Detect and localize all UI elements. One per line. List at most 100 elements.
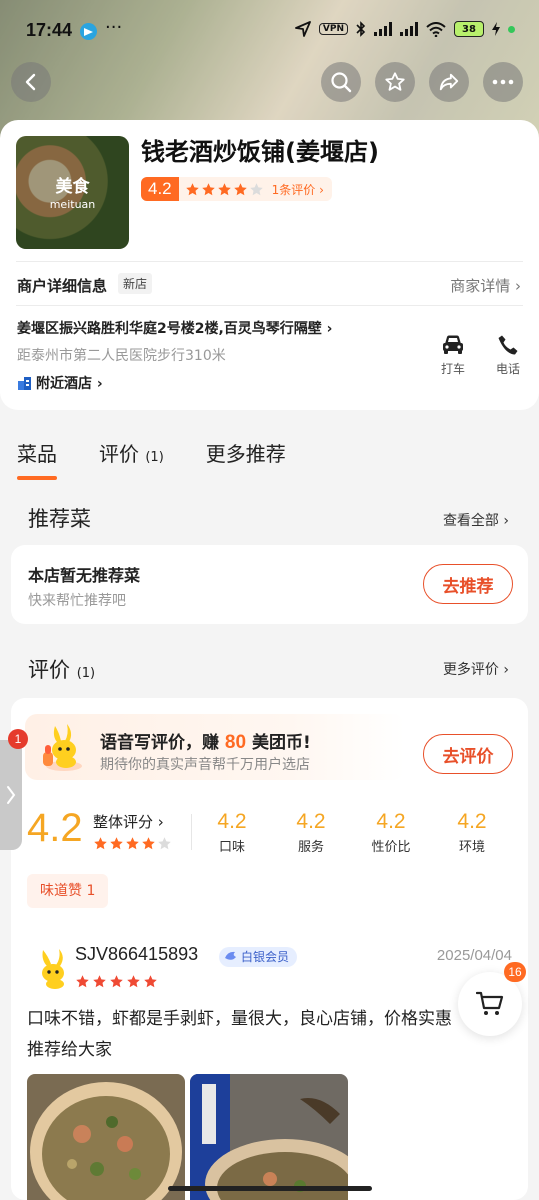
store-rating-row[interactable]: 4.2 1条评价 › bbox=[141, 177, 332, 201]
merchant-detail-label: 商户详细信息 bbox=[17, 277, 108, 295]
store-distance: 距泰州市第二人民医院步行310米 bbox=[17, 348, 226, 364]
review-photo-1[interactable] bbox=[27, 1074, 185, 1200]
taste-score: 4.2 口味 bbox=[202, 810, 262, 855]
member-bird-icon bbox=[225, 951, 236, 960]
reviewer-name[interactable]: SJV866415893 bbox=[75, 944, 198, 965]
store-rating-stars bbox=[185, 182, 264, 197]
view-all-dishes-link[interactable]: 查看全部 › bbox=[443, 510, 509, 530]
phone-icon bbox=[498, 335, 518, 355]
taxi-button[interactable]: 打车 bbox=[433, 334, 473, 377]
value-score: 4.2 性价比 bbox=[361, 810, 421, 855]
review-text[interactable]: 口味不错，虾都是手剥虾，量很大，良心店铺，价格实惠推荐给大家 bbox=[27, 1004, 467, 1066]
divider bbox=[16, 261, 523, 262]
location-arrow-icon bbox=[295, 21, 311, 37]
review-photo-2[interactable] bbox=[190, 1074, 348, 1200]
voice-review-promo[interactable]: 语音写评价，赚 80 美团币! 期待你的真实声音帮千万用户选店 bbox=[25, 714, 405, 780]
food-photo-image bbox=[190, 1074, 348, 1200]
status-more-dots: ··· bbox=[105, 17, 123, 38]
review-stars bbox=[75, 974, 158, 989]
side-drawer-badge: 1 bbox=[8, 729, 28, 749]
reviews-section-title: 评价 (1) bbox=[28, 654, 95, 684]
bluetooth-icon bbox=[356, 21, 366, 37]
score-label: 服务 bbox=[297, 840, 324, 855]
recommended-dishes-card: 本店暂无推荐菜 快来帮忙推荐吧 去推荐 bbox=[11, 545, 528, 624]
chevron-right-icon bbox=[7, 786, 16, 804]
favorite-button[interactable] bbox=[375, 62, 415, 102]
side-drawer-handle[interactable] bbox=[0, 740, 22, 850]
reviews-title: 评价 bbox=[28, 658, 70, 682]
status-bar: 17:44 ··· VPN 38 bbox=[0, 0, 539, 62]
star-filled-icon bbox=[110, 975, 123, 988]
recommend-dish-button[interactable]: 去推荐 bbox=[423, 564, 513, 604]
phone-label: 电话 bbox=[495, 362, 520, 376]
more-options-button[interactable] bbox=[483, 62, 523, 102]
star-filled-icon bbox=[142, 837, 155, 850]
promo-title-prefix: 语音写评价，赚 bbox=[100, 733, 225, 753]
signal-icon-2 bbox=[400, 22, 418, 36]
divider bbox=[16, 305, 523, 306]
tab-dishes[interactable]: 菜品 bbox=[17, 438, 57, 480]
service-score: 4.2 服务 bbox=[281, 810, 341, 855]
star-filled-icon bbox=[126, 837, 139, 850]
cart-count-badge: 16 bbox=[504, 962, 526, 982]
star-filled-icon bbox=[110, 837, 123, 850]
review-date: 2025/04/04 bbox=[436, 947, 512, 964]
tab-more-recommendations[interactable]: 更多推荐 bbox=[206, 438, 286, 467]
content-tabs: 菜品 评价 (1) 更多推荐 bbox=[17, 438, 286, 480]
back-arrow-icon bbox=[25, 73, 36, 91]
shopping-cart-button[interactable]: 16 bbox=[458, 962, 526, 1036]
car-icon bbox=[443, 335, 463, 354]
member-badge-label: 白银会员 bbox=[241, 950, 290, 964]
nearby-hotels-link[interactable]: 附近酒店 › bbox=[17, 373, 103, 393]
review-tag-tasty[interactable]: 味道赞 1 bbox=[27, 874, 109, 908]
battery-icon: 38 bbox=[454, 21, 484, 37]
no-dishes-subtitle: 快来帮忙推荐吧 bbox=[28, 593, 126, 609]
score-label: 环境 bbox=[458, 840, 485, 855]
back-button[interactable] bbox=[11, 62, 51, 102]
nearby-hotels-label: 附近酒店 › bbox=[36, 376, 103, 392]
promo-subtitle: 期待你的真实声音帮千万用户选店 bbox=[100, 757, 310, 773]
score-value: 4.2 bbox=[217, 810, 247, 833]
score-label: 性价比 bbox=[371, 840, 411, 855]
store-image[interactable]: 美食 meituan bbox=[16, 136, 129, 249]
score-divider bbox=[191, 814, 192, 850]
review-count-link[interactable]: 1条评价 › bbox=[272, 181, 324, 198]
promo-coin-amount: 80 bbox=[224, 732, 247, 753]
score-value: 4.2 bbox=[457, 810, 487, 833]
share-icon bbox=[439, 73, 459, 91]
privacy-dot-icon bbox=[508, 25, 515, 33]
charging-bolt-icon bbox=[492, 22, 500, 36]
star-outline-icon bbox=[385, 72, 405, 91]
store-rating-score: 4.2 bbox=[141, 177, 179, 201]
tab-reviews[interactable]: 评价 (1) bbox=[99, 438, 164, 467]
tab-label: 菜品 bbox=[17, 442, 57, 466]
share-button[interactable] bbox=[429, 62, 469, 102]
more-reviews-link[interactable]: 更多评价 › bbox=[443, 659, 509, 679]
member-badge: 白银会员 bbox=[219, 947, 298, 967]
tab-label: 更多推荐 bbox=[205, 442, 286, 466]
promo-title-suffix: 美团币! bbox=[246, 733, 311, 753]
score-value: 4.2 bbox=[376, 810, 406, 833]
reviews-card: 语音写评价，赚 80 美团币! 期待你的真实声音帮千万用户选店 去评价 4.2 … bbox=[11, 698, 528, 1200]
search-button[interactable] bbox=[321, 62, 361, 102]
score-value: 4.2 bbox=[296, 810, 326, 833]
no-dishes-title: 本店暂无推荐菜 bbox=[28, 566, 141, 585]
write-review-button[interactable]: 去评价 bbox=[423, 734, 513, 774]
signal-icon bbox=[374, 22, 392, 36]
star-filled-icon bbox=[93, 975, 106, 988]
store-image-subtitle: meituan bbox=[49, 198, 96, 211]
store-name: 钱老酒炒饭铺(姜堰店) bbox=[141, 138, 379, 166]
home-indicator[interactable] bbox=[168, 1186, 372, 1191]
store-address[interactable]: 姜堰区振兴路胜利华庭2号楼2楼,百灵鸟琴行隔壁 › bbox=[17, 318, 332, 338]
star-empty-icon bbox=[158, 837, 171, 850]
cart-icon bbox=[476, 991, 504, 1015]
merchant-detail-link[interactable]: 商家详情 › bbox=[450, 275, 521, 296]
overall-score: 4.2 bbox=[27, 806, 83, 850]
star-filled-icon bbox=[94, 837, 107, 850]
wifi-icon bbox=[426, 21, 446, 37]
food-photo-image bbox=[27, 1074, 185, 1200]
star-filled-icon bbox=[127, 975, 140, 988]
overall-score-link[interactable]: 整体评分 › bbox=[93, 811, 164, 832]
reviewer-avatar[interactable] bbox=[35, 948, 77, 990]
phone-button[interactable]: 电话 bbox=[488, 334, 528, 377]
